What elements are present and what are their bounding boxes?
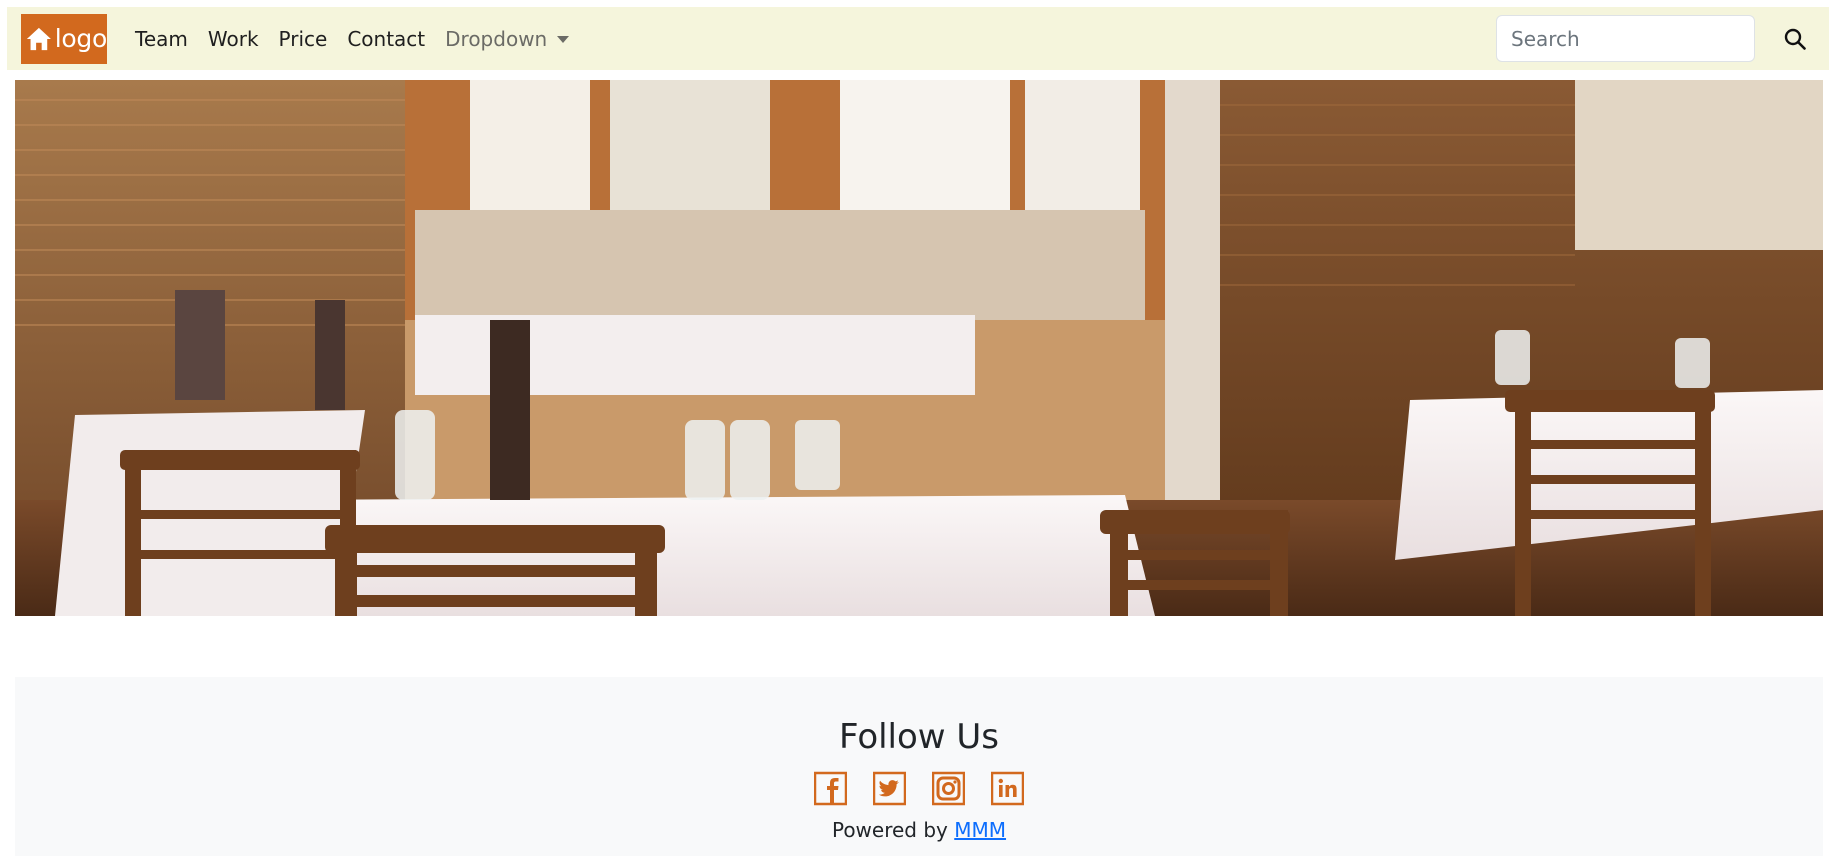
- navbar: logo Team Work Price Contact Dropdown: [7, 7, 1829, 70]
- search-icon: [1784, 28, 1806, 50]
- footer: Follow Us Powered by MMM: [15, 677, 1823, 856]
- hero-image: [15, 80, 1823, 616]
- nav-link-price[interactable]: Price: [269, 27, 338, 51]
- nav-dropdown-label: Dropdown: [445, 26, 548, 51]
- nav-link-work[interactable]: Work: [198, 27, 269, 51]
- chevron-down-icon: [557, 36, 570, 43]
- powered-by-link[interactable]: MMM: [954, 818, 1006, 842]
- social-links: [15, 771, 1823, 806]
- twitter-icon[interactable]: [873, 771, 906, 806]
- brand-logo[interactable]: logo: [21, 13, 108, 64]
- powered-by-text: Powered by: [831, 818, 948, 842]
- brand-text: logo: [54, 24, 108, 53]
- follow-us-heading: Follow Us: [838, 717, 1000, 757]
- instagram-icon[interactable]: [932, 771, 965, 806]
- nav-links: Team Work Price Contact Dropdown: [125, 27, 579, 51]
- facebook-icon[interactable]: [814, 771, 847, 806]
- linkedin-icon[interactable]: [991, 771, 1024, 806]
- powered-by: Powered by MMM: [15, 818, 1823, 842]
- nav-dropdown[interactable]: Dropdown: [435, 27, 579, 51]
- home-icon: [26, 27, 51, 50]
- search-button[interactable]: [1777, 21, 1813, 57]
- restaurant-photo: [15, 80, 1823, 616]
- nav-link-team[interactable]: Team: [125, 27, 198, 51]
- search-input[interactable]: [1496, 15, 1755, 62]
- nav-link-contact[interactable]: Contact: [337, 27, 435, 51]
